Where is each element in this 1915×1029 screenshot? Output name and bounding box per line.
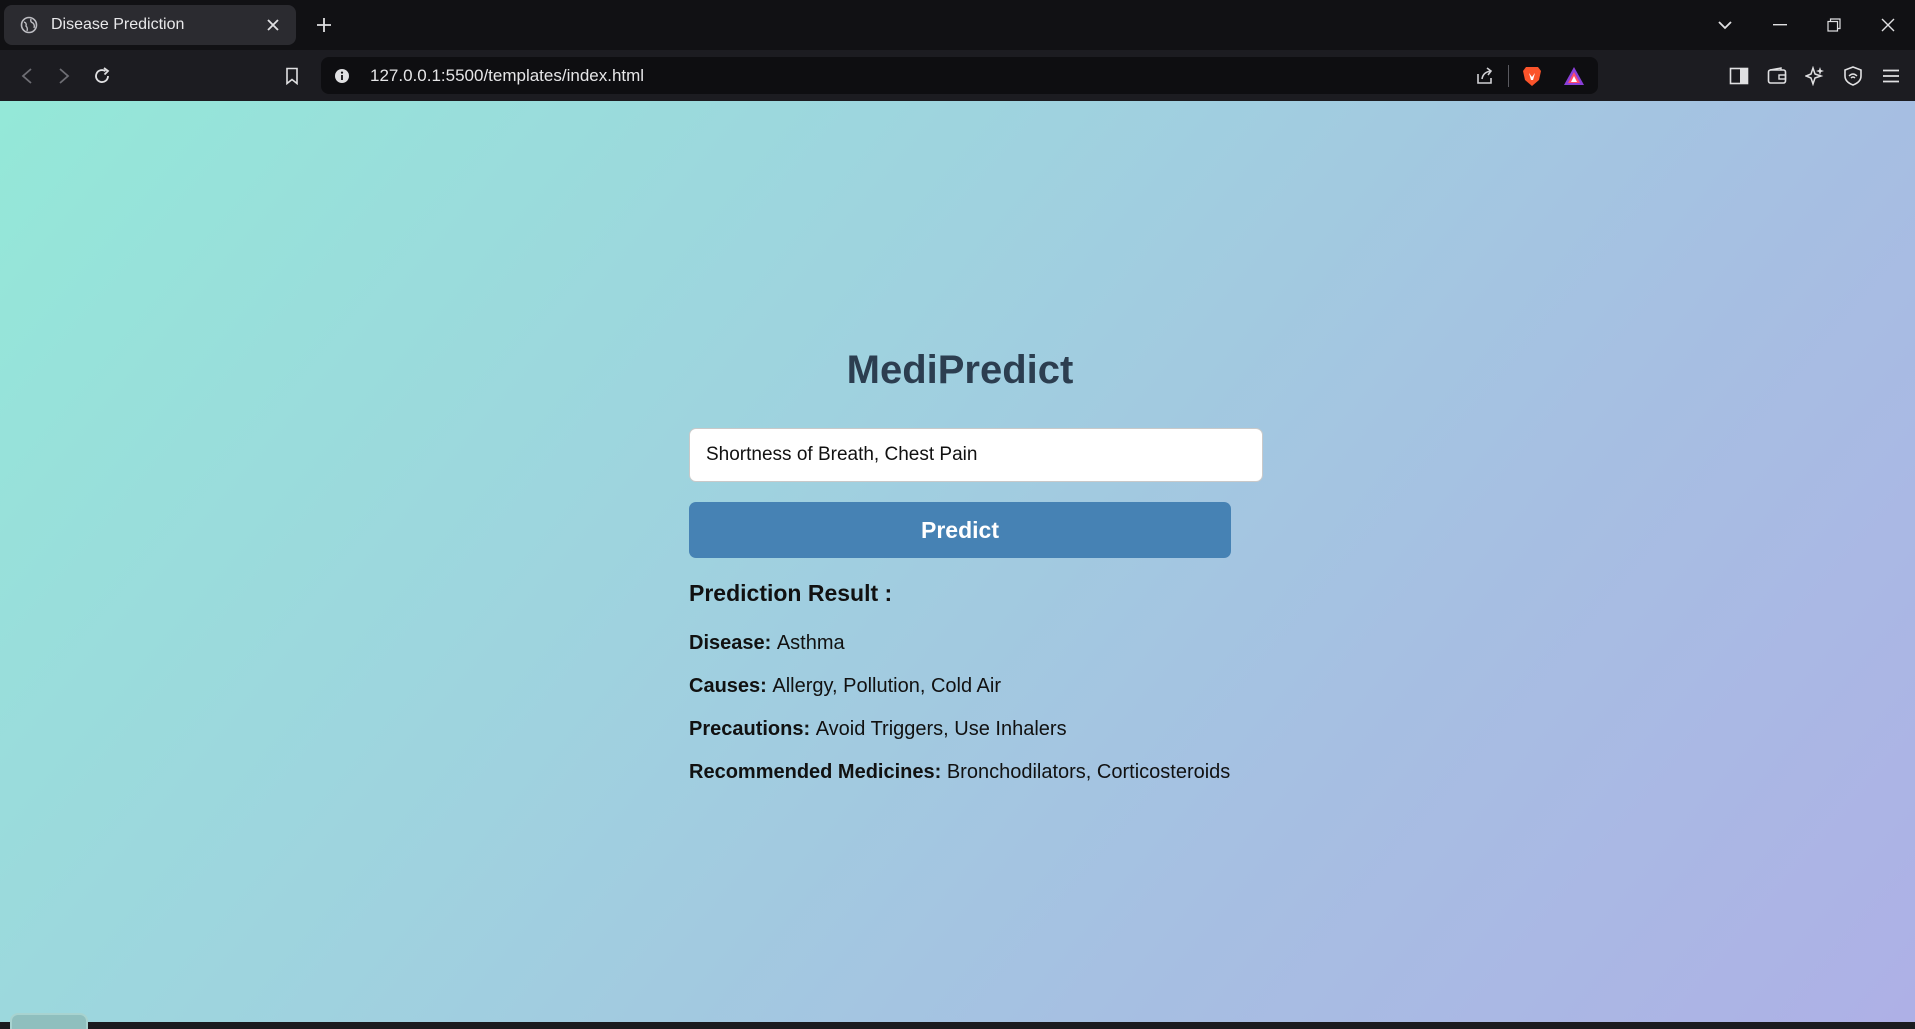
disease-label: Disease: (689, 632, 777, 654)
sidebar-icon[interactable] (1725, 62, 1753, 90)
back-icon[interactable] (13, 62, 41, 90)
divider (1508, 64, 1509, 87)
share-icon[interactable] (1473, 64, 1497, 88)
close-window-icon[interactable] (1861, 0, 1915, 50)
minimize-icon[interactable] (1753, 0, 1807, 50)
browser-tab[interactable]: Disease Prediction (4, 5, 296, 45)
forward-icon[interactable] (50, 62, 78, 90)
globe-icon (19, 15, 39, 35)
hamburger-menu-icon[interactable] (1877, 62, 1905, 90)
causes-row: Causes: Allergy, Pollution, Cold Air (689, 675, 1001, 698)
medicines-row: Recommended Medicines: Bronchodilators, … (689, 761, 1230, 784)
precautions-value: Avoid Triggers, Use Inhalers (815, 718, 1067, 740)
disease-row: Disease: Asthma (689, 632, 845, 655)
url-text[interactable]: 127.0.0.1:5500/templates/index.html (370, 66, 1473, 86)
result-heading: Prediction Result : (689, 580, 893, 606)
prediction-result: Prediction Result : Disease: Asthma Caus… (689, 580, 1389, 783)
precautions-row: Precautions: Avoid Triggers, Use Inhaler… (689, 718, 1067, 741)
vpn-icon[interactable] (1839, 62, 1867, 90)
causes-value: Allergy, Pollution, Cold Air (772, 675, 1001, 697)
causes-label: Causes: (689, 675, 773, 697)
predict-button[interactable]: Predict (689, 502, 1231, 558)
medicines-value: Bronchodilators, Corticosteroids (946, 761, 1231, 783)
close-tab-icon[interactable] (262, 14, 284, 36)
address-bar[interactable]: 127.0.0.1:5500/templates/index.html (321, 57, 1598, 94)
page-viewport: MediPredict Predict Prediction Result : … (0, 101, 1915, 1029)
tab-title: Disease Prediction (51, 16, 185, 33)
new-tab-icon[interactable] (312, 13, 336, 37)
brave-shields-icon[interactable] (1520, 64, 1544, 88)
bottom-handle[interactable] (10, 1013, 88, 1029)
browser-toolbar: 127.0.0.1:5500/templates/index.html (0, 50, 1915, 101)
disease-value: Asthma (776, 632, 845, 654)
wallet-icon[interactable] (1763, 62, 1791, 90)
leo-ai-icon[interactable] (1801, 62, 1829, 90)
precautions-label: Precautions: (689, 718, 816, 740)
medicines-label: Recommended Medicines: (689, 761, 947, 783)
restore-icon[interactable] (1807, 0, 1861, 50)
symptoms-input[interactable] (689, 428, 1263, 482)
tab-strip: Disease Prediction (0, 0, 1915, 50)
reload-icon[interactable] (88, 62, 116, 90)
brave-rewards-icon[interactable] (1562, 64, 1586, 88)
site-info-icon[interactable] (332, 66, 352, 86)
chevron-down-icon[interactable] (1712, 13, 1738, 37)
page-title: MediPredict (846, 348, 1074, 392)
bookmark-icon[interactable] (278, 62, 306, 90)
